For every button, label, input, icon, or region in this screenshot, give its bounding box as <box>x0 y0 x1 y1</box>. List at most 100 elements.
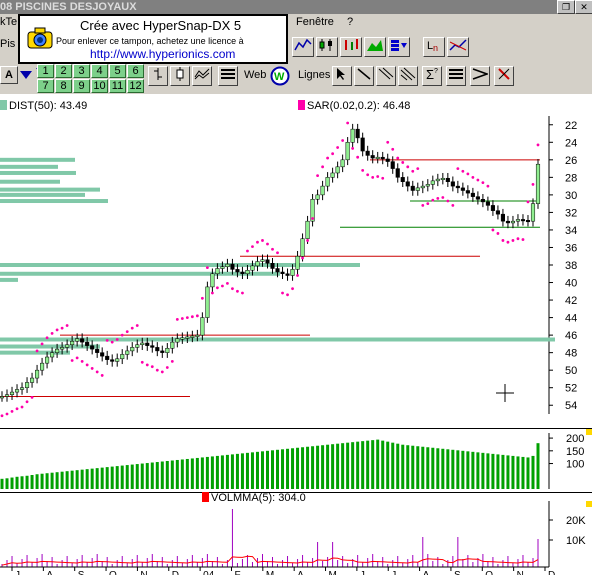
candle-body <box>50 352 55 358</box>
cursor-arrow-icon[interactable] <box>332 66 352 86</box>
month-tick-label: M <box>329 570 337 575</box>
sar-dot <box>321 165 324 169</box>
restore-icon[interactable]: ❐ <box>557 0 575 14</box>
candle-body <box>155 347 160 352</box>
volume-bar <box>531 455 535 489</box>
sar-dot <box>55 328 59 332</box>
font-dropdown-icon[interactable] <box>20 70 32 83</box>
volume-bar <box>55 472 59 489</box>
candle-body <box>255 261 260 267</box>
eraser-icon[interactable] <box>494 66 514 86</box>
volume-bar <box>506 455 510 489</box>
volmma-chart[interactable]: 20K 10K J A S O N D 04 F M A M J J A S O N D <box>0 493 592 578</box>
period-button-8[interactable]: 8 <box>55 79 72 93</box>
sar-dot <box>65 324 69 327</box>
line-chart-icon[interactable] <box>292 37 314 57</box>
price-tick-label: 26 <box>565 155 577 167</box>
volume-bar <box>481 452 485 489</box>
period-button-11[interactable]: 11 <box>109 79 126 93</box>
volume-bar <box>160 461 164 489</box>
web-label[interactable]: Web <box>244 69 266 81</box>
candle-body <box>35 369 40 379</box>
period-button-12[interactable]: 12 <box>127 79 144 93</box>
period-button-4[interactable]: 4 <box>91 64 108 78</box>
sar-dot <box>301 256 304 260</box>
month-tick-label: J <box>360 570 365 575</box>
volume-chart[interactable]: 200150100 <box>0 429 592 493</box>
volume-bar <box>281 449 285 489</box>
volmma-indicator-text: VOLMMA(5): 304.0 <box>211 492 306 504</box>
zoom-icon[interactable] <box>447 37 469 57</box>
fan-tool-icon[interactable] <box>470 66 490 86</box>
color-bars-icon[interactable] <box>388 37 410 57</box>
candle-body <box>120 354 125 360</box>
period-button-5[interactable]: 5 <box>109 64 126 78</box>
lines-label: Lignes <box>298 69 331 81</box>
font-button[interactable]: A <box>0 66 18 84</box>
sar-dot <box>411 169 415 173</box>
candle-body <box>370 155 375 159</box>
web-icon[interactable]: W <box>270 66 290 86</box>
candle-body <box>115 358 120 362</box>
sar-dot <box>471 175 475 179</box>
volume-bar <box>401 444 405 489</box>
text-lines-icon[interactable] <box>218 66 238 86</box>
channel-tool-icon[interactable] <box>398 66 418 86</box>
sar-dot <box>306 239 309 242</box>
period-button-9[interactable]: 9 <box>73 79 90 93</box>
candlestick-icon[interactable] <box>316 37 338 57</box>
volume-bar <box>50 472 54 489</box>
volume-bar <box>40 473 44 489</box>
log-scale-icon[interactable]: Ln <box>423 37 445 57</box>
price-chart[interactable]: 54 52 50 48 46 44 42 40 38 36 34 32 30 28 26 24 22 <box>0 96 592 432</box>
chart-type-b-icon[interactable] <box>170 66 190 86</box>
candle-body <box>510 220 516 224</box>
volume-bar <box>165 461 169 489</box>
period-button-7[interactable]: 7 <box>37 79 54 93</box>
volmma-panel[interactable]: 20K 10K J A S O N D 04 F M A M J J A S O N D VOLMMA(5): 304… <box>0 492 592 578</box>
candle-body <box>290 269 295 276</box>
sar-dot <box>326 156 330 160</box>
line-tool-icon[interactable] <box>354 66 374 86</box>
sigma-icon[interactable]: Σ? <box>422 66 442 86</box>
chart-type-a-icon[interactable] <box>148 66 168 86</box>
volume-panel[interactable]: 200 150 100 <box>0 428 592 493</box>
sar-dot <box>376 175 380 178</box>
sar-dot <box>421 204 425 207</box>
volume-bar <box>376 439 380 489</box>
menu-left-stub[interactable]: kTe <box>0 16 17 28</box>
period-button-10[interactable]: 10 <box>91 79 108 93</box>
candle-body <box>9 391 15 395</box>
close-icon[interactable]: ✕ <box>575 0 592 14</box>
window-title: 08 PISCINES DESJOYAUX <box>0 1 137 13</box>
sar-dot <box>15 407 19 411</box>
price-panel[interactable]: 54 52 50 48 46 44 42 40 38 36 34 32 30 28 26 24 22 DIST(… <box>0 96 592 432</box>
volume-bar <box>230 454 234 489</box>
menu-item-fenetre[interactable]: Fenêtre <box>296 16 334 28</box>
sar-dot <box>276 251 279 255</box>
menu-item-help[interactable]: ? <box>347 16 353 28</box>
period-button-2[interactable]: 2 <box>55 64 72 78</box>
sar-dot <box>125 330 129 334</box>
horizontal-lines-icon[interactable] <box>446 66 466 86</box>
volume-bar <box>361 441 365 489</box>
candle-body <box>190 335 195 338</box>
volume-bar <box>346 442 350 489</box>
parallel-lines-icon[interactable] <box>376 66 396 86</box>
period-button-6[interactable]: 6 <box>127 64 144 78</box>
dist-bar <box>0 350 70 355</box>
period-button-1[interactable]: 1 <box>37 64 54 78</box>
sar-dot <box>10 409 14 413</box>
bar-chart-icon[interactable] <box>340 37 362 57</box>
volume-bar <box>486 453 490 489</box>
candle-body <box>65 344 70 348</box>
period-button-3[interactable]: 3 <box>73 64 90 78</box>
toolbar-left-stub[interactable]: Pis <box>0 38 15 50</box>
sar-dot <box>5 412 9 416</box>
mountain-chart-icon[interactable] <box>364 37 386 57</box>
chart-type-c-icon[interactable] <box>192 66 212 86</box>
volume-bar <box>336 443 340 489</box>
price-tick-label: 40 <box>565 278 577 290</box>
candle-body <box>55 348 60 353</box>
stamp-link[interactable]: http://www.hyperionics.com <box>90 47 235 61</box>
